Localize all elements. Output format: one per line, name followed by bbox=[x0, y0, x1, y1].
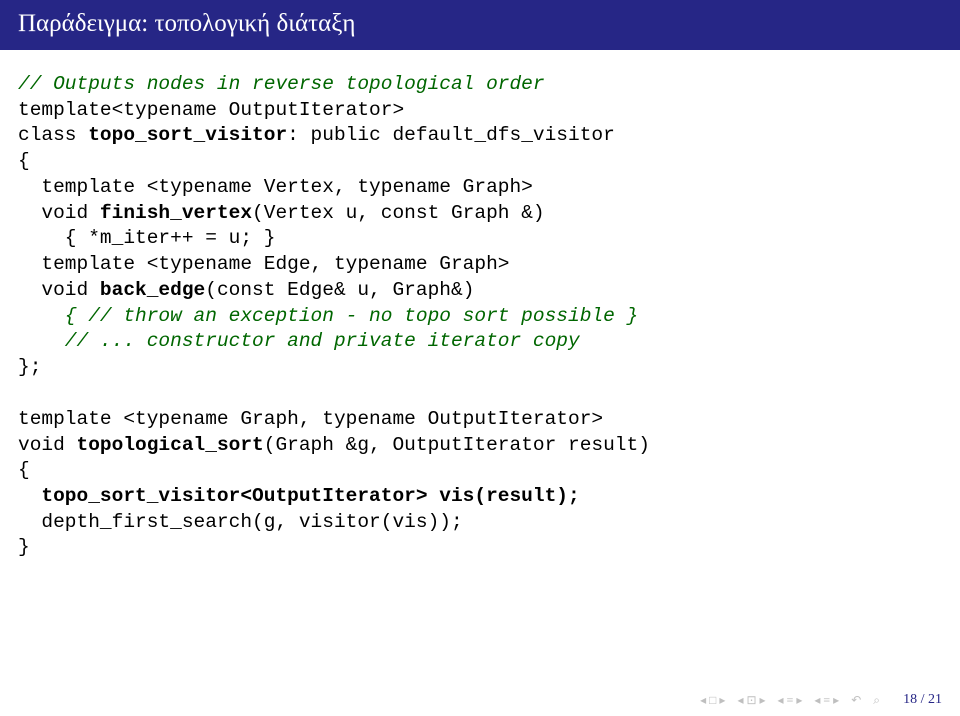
code-comment: // ... constructor and private iterator … bbox=[18, 330, 580, 352]
code-line: template<typename OutputIterator> bbox=[18, 99, 404, 121]
nav-section-prev-icon[interactable]: ◂ ≡ ▸ bbox=[778, 693, 803, 708]
slide: Παράδειγμα: τοπολογική διάταξη // Output… bbox=[0, 0, 960, 716]
code-line: { bbox=[18, 150, 30, 172]
nav-first-icon[interactable]: ◂ □ ▸ bbox=[700, 693, 725, 708]
code-line: { bbox=[18, 459, 30, 481]
code-line: template <typename Edge, typename Graph> bbox=[18, 253, 509, 275]
code-comment: // Outputs nodes in reverse topological … bbox=[18, 73, 545, 95]
code-line: void finish_vertex(Vertex u, const Graph… bbox=[18, 202, 545, 224]
nav-back-icon[interactable]: ↶ bbox=[851, 693, 861, 708]
code-line: depth_first_search(g, visitor(vis)); bbox=[18, 511, 463, 533]
code-block: // Outputs nodes in reverse topological … bbox=[18, 72, 942, 561]
code-line: topo_sort_visitor<OutputIterator> vis(re… bbox=[18, 485, 580, 507]
nav-search-icon[interactable]: ⌕ bbox=[873, 693, 880, 708]
page-number: 18 / 21 bbox=[903, 692, 942, 708]
slide-title: Παράδειγμα: τοπολογική διάταξη bbox=[0, 0, 960, 50]
code-line: }; bbox=[18, 356, 41, 378]
code-line: void back_edge(const Edge& u, Graph&) bbox=[18, 279, 474, 301]
nav-section-next-icon[interactable]: ◂ ≡ ▸ bbox=[814, 693, 839, 708]
code-line: template <typename Graph, typename Outpu… bbox=[18, 408, 603, 430]
navigation-toolbar: ◂ □ ▸ ◂ ⊡ ▸ ◂ ≡ ▸ ◂ ≡ ▸ ↶ ⌕ bbox=[700, 693, 880, 708]
nav-prev-icon[interactable]: ◂ ⊡ ▸ bbox=[737, 693, 765, 708]
slide-content: // Outputs nodes in reverse topological … bbox=[0, 50, 960, 571]
code-line: } bbox=[18, 536, 30, 558]
code-line: void topological_sort(Graph &g, OutputIt… bbox=[18, 434, 650, 456]
code-line: template <typename Vertex, typename Grap… bbox=[18, 176, 533, 198]
code-comment: { // throw an exception - no topo sort p… bbox=[18, 305, 638, 327]
code-line: class topo_sort_visitor: public default_… bbox=[18, 124, 615, 146]
code-line: { *m_iter++ = u; } bbox=[18, 227, 275, 249]
